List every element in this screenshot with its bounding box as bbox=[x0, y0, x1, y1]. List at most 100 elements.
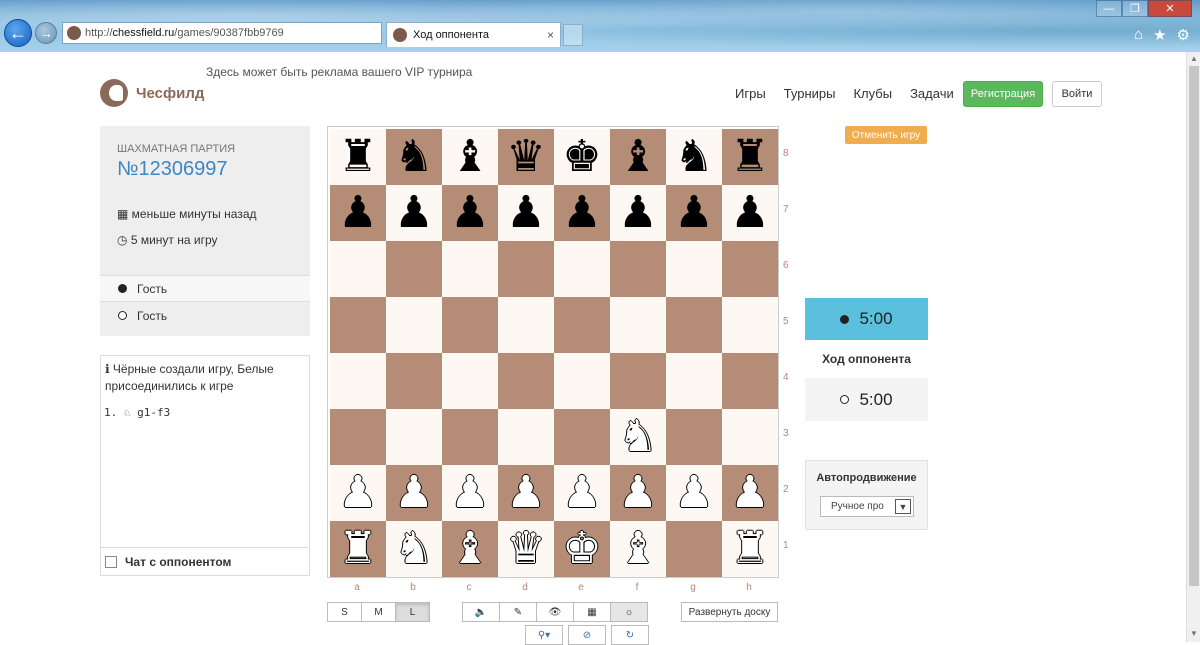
player-white[interactable]: Гость bbox=[100, 302, 310, 329]
square-b6[interactable] bbox=[386, 241, 442, 297]
scroll-down-icon[interactable]: ▼ bbox=[1190, 629, 1198, 638]
minimize-icon[interactable]: — bbox=[1096, 0, 1122, 17]
magic-wand-icon[interactable]: ✎ bbox=[499, 602, 537, 622]
square-a3[interactable] bbox=[330, 409, 386, 465]
black-bishop-icon[interactable]: ♝ bbox=[450, 135, 489, 179]
square-e7[interactable]: ♟ bbox=[554, 185, 610, 241]
square-e2[interactable]: ♟ bbox=[554, 465, 610, 521]
scroll-up-icon[interactable]: ▲ bbox=[1190, 54, 1198, 63]
browser-tab[interactable]: Ход оппонента × bbox=[386, 22, 561, 47]
square-b2[interactable]: ♟ bbox=[386, 465, 442, 521]
square-h4[interactable] bbox=[722, 353, 778, 409]
square-a4[interactable] bbox=[330, 353, 386, 409]
page-scrollbar[interactable]: ▲ ▼ bbox=[1186, 52, 1200, 642]
size-m-button[interactable]: M bbox=[361, 602, 396, 622]
chat-checkbox[interactable] bbox=[105, 555, 117, 568]
home-icon[interactable]: ⌂ bbox=[1134, 26, 1143, 44]
square-f8[interactable]: ♝ bbox=[610, 129, 666, 185]
white-rook-icon[interactable]: ♜ bbox=[730, 527, 769, 571]
black-pawn-icon[interactable]: ♟ bbox=[562, 191, 601, 235]
black-pawn-icon[interactable]: ♟ bbox=[394, 191, 433, 235]
favorites-star-icon[interactable]: ★ bbox=[1153, 26, 1166, 44]
square-h1[interactable]: ♜ bbox=[722, 521, 778, 577]
chat-toggle[interactable]: Чат с оппонентом bbox=[101, 547, 309, 575]
size-s-button[interactable]: S bbox=[327, 602, 362, 622]
white-king-icon[interactable]: ♚ bbox=[562, 527, 601, 571]
black-pawn-icon[interactable]: ♟ bbox=[674, 191, 713, 235]
forward-button[interactable]: → bbox=[35, 22, 57, 44]
chess-board[interactable]: ♜ ♞ ♝ ♛ ♚ ♝ ♞ ♜ ♟ ♟ ♟ ♟ ♟ ♟ ♟ ♟ ♞ ♟ ♟ ♟ ♟ ♟ ♟ ♟ ♟ ♜ ♞ ♝ ♛ ♚ ♝ ♜ bbox=[327, 126, 779, 578]
scrollbar-thumb[interactable] bbox=[1189, 66, 1199, 586]
chevron-down-icon[interactable]: ▼ bbox=[895, 499, 911, 514]
white-pawn-icon[interactable]: ♟ bbox=[618, 471, 657, 515]
white-pawn-icon[interactable]: ♟ bbox=[506, 471, 545, 515]
square-a5[interactable] bbox=[330, 297, 386, 353]
square-d2[interactable]: ♟ bbox=[498, 465, 554, 521]
square-d3[interactable] bbox=[498, 409, 554, 465]
square-f7[interactable]: ♟ bbox=[610, 185, 666, 241]
square-g2[interactable]: ♟ bbox=[666, 465, 722, 521]
square-g4[interactable] bbox=[666, 353, 722, 409]
white-bishop-icon[interactable]: ♝ bbox=[618, 527, 657, 571]
square-a6[interactable] bbox=[330, 241, 386, 297]
black-pawn-icon[interactable]: ♟ bbox=[450, 191, 489, 235]
black-king-icon[interactable]: ♚ bbox=[562, 135, 601, 179]
square-c4[interactable] bbox=[442, 353, 498, 409]
nav-clubs[interactable]: Клубы bbox=[853, 86, 892, 101]
square-f2[interactable]: ♟ bbox=[610, 465, 666, 521]
black-pawn-icon[interactable]: ♟ bbox=[730, 191, 769, 235]
square-b7[interactable]: ♟ bbox=[386, 185, 442, 241]
square-d6[interactable] bbox=[498, 241, 554, 297]
square-b8[interactable]: ♞ bbox=[386, 129, 442, 185]
address-bar[interactable]: http:// chessfield.ru /games/90387fbb976… bbox=[62, 22, 649, 645]
black-queen-icon[interactable]: ♛ bbox=[506, 135, 545, 179]
settings-gear-icon[interactable]: ⚙ bbox=[1177, 26, 1190, 44]
square-c7[interactable]: ♟ bbox=[442, 185, 498, 241]
square-f4[interactable] bbox=[610, 353, 666, 409]
register-button[interactable]: Регистрация bbox=[963, 81, 1043, 107]
back-button[interactable]: ← bbox=[4, 19, 32, 47]
white-pawn-icon[interactable]: ♟ bbox=[394, 471, 433, 515]
nav-puzzles[interactable]: Задачи bbox=[910, 86, 954, 101]
black-pawn-icon[interactable]: ♟ bbox=[618, 191, 657, 235]
square-g1[interactable] bbox=[666, 521, 722, 577]
size-l-button[interactable]: L bbox=[395, 602, 430, 622]
window-close-icon[interactable]: ✕ bbox=[1148, 0, 1192, 17]
square-e6[interactable] bbox=[554, 241, 610, 297]
square-f5[interactable] bbox=[610, 297, 666, 353]
square-f3[interactable]: ♞ bbox=[610, 409, 666, 465]
tab-close-icon[interactable]: × bbox=[547, 28, 554, 42]
cancel-game-button[interactable]: Отменить игру bbox=[845, 126, 927, 144]
square-a1[interactable]: ♜ bbox=[330, 521, 386, 577]
square-b3[interactable] bbox=[386, 409, 442, 465]
square-a8[interactable]: ♜ bbox=[330, 129, 386, 185]
square-h6[interactable] bbox=[722, 241, 778, 297]
restore-icon[interactable]: ❐ bbox=[1122, 0, 1148, 17]
square-c2[interactable]: ♟ bbox=[442, 465, 498, 521]
square-c5[interactable] bbox=[442, 297, 498, 353]
square-h3[interactable] bbox=[722, 409, 778, 465]
white-pawn-icon[interactable]: ♟ bbox=[674, 471, 713, 515]
white-knight-icon[interactable]: ♞ bbox=[394, 527, 433, 571]
white-rook-icon[interactable]: ♜ bbox=[338, 527, 377, 571]
square-e5[interactable] bbox=[554, 297, 610, 353]
square-g6[interactable] bbox=[666, 241, 722, 297]
square-b1[interactable]: ♞ bbox=[386, 521, 442, 577]
square-e8[interactable]: ♚ bbox=[554, 129, 610, 185]
square-c1[interactable]: ♝ bbox=[442, 521, 498, 577]
site-logo[interactable]: Чесфилд bbox=[100, 79, 204, 107]
square-f6[interactable] bbox=[610, 241, 666, 297]
black-rook-icon[interactable]: ♜ bbox=[338, 135, 377, 179]
grid-icon[interactable]: ▦ bbox=[573, 602, 611, 622]
black-pawn-icon[interactable]: ♟ bbox=[338, 191, 377, 235]
square-c8[interactable]: ♝ bbox=[442, 129, 498, 185]
black-knight-icon[interactable]: ♞ bbox=[394, 135, 433, 179]
nav-games[interactable]: Игры bbox=[735, 86, 766, 101]
player-black[interactable]: Гость bbox=[100, 275, 310, 302]
black-pawn-icon[interactable]: ♟ bbox=[506, 191, 545, 235]
new-tab-button[interactable] bbox=[563, 24, 583, 46]
square-h7[interactable]: ♟ bbox=[722, 185, 778, 241]
white-bishop-icon[interactable]: ♝ bbox=[450, 527, 489, 571]
black-rook-icon[interactable]: ♜ bbox=[730, 135, 769, 179]
square-g3[interactable] bbox=[666, 409, 722, 465]
